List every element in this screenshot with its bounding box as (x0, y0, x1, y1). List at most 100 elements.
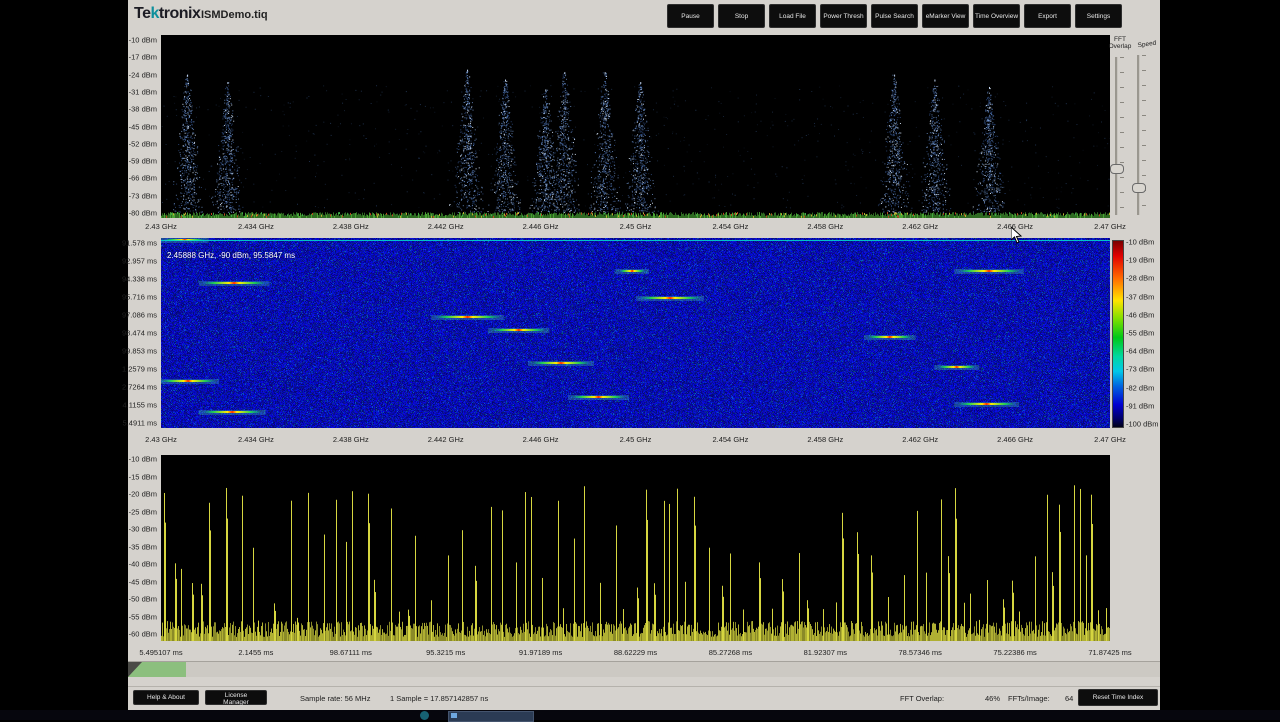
spectrum-xtick-2-434-ghz: 2.434 GHz (238, 222, 274, 231)
spectrogram-time-tick-91-578-ms: 91.578 ms (122, 239, 157, 248)
toolbar-button-pause[interactable]: Pause (667, 4, 714, 28)
pulse-time-tick-75-22386-ms: 75.22386 ms (993, 648, 1036, 657)
spectrum-ytick-66-dbm: -66 dBm (129, 174, 157, 183)
spectrogram-time-tick-98-474-ms: 98.474 ms (122, 329, 157, 338)
toolbar-button-pulse-search[interactable]: Pulse Search (871, 4, 918, 28)
app-window: Tektronix ISMDemo.tiq PauseStopLoad File… (128, 0, 1160, 710)
toolbar: PauseStopLoad FilePower ThreshPulse Sear… (667, 4, 1122, 28)
spectrum-ytick-59-dbm: -59 dBm (129, 157, 157, 166)
spectrogram-time-tick-97-086-ms: 97.086 ms (122, 311, 157, 320)
speed-slider[interactable] (1133, 55, 1147, 215)
colorbar-tick-10-dbm: -10 dBm (1126, 238, 1154, 247)
spectrum-plot[interactable] (161, 35, 1110, 218)
pulse-time-tick-81-92307-ms: 81.92307 ms (804, 648, 847, 657)
amplitude-colorbar (1112, 240, 1124, 428)
toolbar-button-stop[interactable]: Stop (718, 4, 765, 28)
spectrogram-plot[interactable] (161, 238, 1110, 428)
spectrum-xtick-2-454-ghz: 2.454 GHz (712, 222, 748, 231)
taskbar-app-icon[interactable] (420, 711, 429, 720)
pulse-ytick-60-dbm: -60 dBm (129, 630, 157, 639)
pulse-ytick-35-dbm: -35 dBm (129, 542, 157, 551)
pulse-time-tick-2-1455-ms: 2.1455 ms (238, 648, 273, 657)
sample-period-text: 1 Sample = 17.857142857 ns (390, 694, 488, 703)
pulse-ytick-15-dbm: -15 dBm (129, 472, 157, 481)
help-about-button[interactable]: Help & About (133, 690, 199, 705)
speed-slider-thumb[interactable] (1132, 183, 1146, 193)
os-taskbar (0, 710, 1280, 720)
colorbar-tick-73-dbm: -73 dBm (1126, 365, 1154, 374)
fft-overlap-slider-label: FFT Overlap (1106, 36, 1134, 50)
pulse-ytick-40-dbm: -40 dBm (129, 560, 157, 569)
spectrogram-time-tick-92-957-ms: 92.957 ms (122, 257, 157, 266)
toolbar-button-settings[interactable]: Settings (1075, 4, 1122, 28)
toolbar-button-time-overview[interactable]: Time Overview (973, 4, 1020, 28)
fft-overlap-slider[interactable] (1111, 57, 1125, 215)
spectrum-xtick-2-458-ghz: 2.458 GHz (807, 222, 843, 231)
spectrum-xtick-2-43-ghz: 2.43 GHz (145, 222, 177, 231)
pulse-time-tick-88-62229-ms: 88.62229 ms (614, 648, 657, 657)
spectrogram-xtick-2-438-ghz: 2.438 GHz (333, 435, 369, 444)
toolbar-button-emarker-view[interactable]: eMarker View (922, 4, 969, 28)
reset-time-index-button[interactable]: Reset Time Index (1078, 689, 1158, 706)
colorbar-tick-82-dbm: -82 dBm (1126, 383, 1154, 392)
taskbar-window-button[interactable] (448, 711, 534, 722)
colorbar-tick-55-dbm: -55 dBm (1126, 329, 1154, 338)
pulse-ytick-55-dbm: -55 dBm (129, 612, 157, 621)
spectrum-ytick-10-dbm: -10 dBm (129, 36, 157, 45)
spectrogram-time-tick-1-2579-ms: 1.2579 ms (122, 365, 157, 374)
spectrum-xtick-2-446-ghz: 2.446 GHz (523, 222, 559, 231)
time-scrollbar-thumb[interactable] (128, 662, 186, 677)
spectrum-ytick-24-dbm: -24 dBm (129, 70, 157, 79)
toolbar-button-load-file[interactable]: Load File (769, 4, 816, 28)
spectrogram-xtick-2-43-ghz: 2.43 GHz (145, 435, 177, 444)
spectrogram-xtick-2-466-ghz: 2.466 GHz (997, 435, 1033, 444)
ffts-per-image-value: 64 (1065, 694, 1073, 703)
spectrogram-xtick-2-462-ghz: 2.462 GHz (902, 435, 938, 444)
spectrum-xtick-2-45-ghz: 2.45 GHz (620, 222, 652, 231)
pulse-ytick-25-dbm: -25 dBm (129, 507, 157, 516)
spectrum-xtick-2-462-ghz: 2.462 GHz (902, 222, 938, 231)
colorbar-tick-91-dbm: -91 dBm (1126, 401, 1154, 410)
colorbar-tick-46-dbm: -46 dBm (1126, 310, 1154, 319)
pulse-ytick-20-dbm: -20 dBm (129, 490, 157, 499)
spectrogram-xtick-2-442-ghz: 2.442 GHz (428, 435, 464, 444)
pulse-time-tick-91-97189-ms: 91.97189 ms (519, 648, 562, 657)
spectrogram-xtick-2-458-ghz: 2.458 GHz (807, 435, 843, 444)
spectrogram-x-axis: 2.43 GHz2.434 GHz2.438 GHz2.442 GHz2.446… (161, 435, 1110, 445)
loaded-file-name: ISMDemo.tiq (201, 9, 268, 21)
fft-overlap-slider-ticks (1120, 57, 1124, 215)
spectrogram-marker-readout: 2.45888 GHz, -90 dBm, 95.5847 ms (167, 251, 295, 260)
spectrum-ytick-31-dbm: -31 dBm (129, 87, 157, 96)
spectrum-ytick-73-dbm: -73 dBm (129, 191, 157, 200)
spectrogram-time-tick-2-7264-ms: 2.7264 ms (122, 383, 157, 392)
spectrum-ytick-80-dbm: -80 dBm (129, 209, 157, 218)
ffts-per-image-label: FFTs/Image: (1008, 694, 1050, 703)
spectrogram-xtick-2-45-ghz: 2.45 GHz (620, 435, 652, 444)
spectrogram-time-tick-4-1155-ms: 4.1155 ms (123, 401, 157, 410)
pulse-ytick-30-dbm: -30 dBm (129, 525, 157, 534)
pulse-time-tick-71-87425-ms: 71.87425 ms (1088, 648, 1131, 657)
colorbar-tick-64-dbm: -64 dBm (1126, 347, 1154, 356)
pulse-time-tick-5-495107-ms: 5.495107 ms (139, 648, 182, 657)
pulse-time-tick-98-67111-ms: 98.67111 ms (330, 648, 372, 657)
pulse-time-tick-95-3215-ms: 95.3215 ms (426, 648, 465, 657)
window-icon (451, 713, 457, 718)
spectrum-ytick-38-dbm: -38 dBm (129, 105, 157, 114)
fft-overlap-slider-thumb[interactable] (1110, 164, 1124, 174)
spectrum-xtick-2-438-ghz: 2.438 GHz (333, 222, 369, 231)
spectrum-xtick-2-466-ghz: 2.466 GHz (997, 222, 1033, 231)
toolbar-button-export[interactable]: Export (1024, 4, 1071, 28)
fft-overlap-slider-track[interactable] (1115, 57, 1118, 215)
spectrogram-time-axis: 91.578 ms92.957 ms94.338 ms95.716 ms97.0… (128, 243, 159, 423)
spectrogram-time-tick-95-716-ms: 95.716 ms (122, 293, 157, 302)
spectrogram-time-tick-5-4911-ms: 5.4911 ms (123, 419, 157, 428)
license-manager-button[interactable]: License Manager (205, 690, 267, 705)
time-scrollbar[interactable] (128, 661, 1160, 677)
spectrogram-time-tick-94-338-ms: 94.338 ms (122, 275, 157, 284)
pulse-time-axis: 5.495107 ms2.1455 ms98.67111 ms95.3215 m… (161, 648, 1110, 658)
colorbar-tick-100-dbm: -100 dBm (1126, 420, 1159, 429)
spectrum-ytick-17-dbm: -17 dBm (129, 53, 157, 62)
pulse-amplitude-plot[interactable] (161, 455, 1110, 641)
toolbar-button-power-thresh[interactable]: Power Thresh (820, 4, 867, 28)
pulse-ytick-50-dbm: -50 dBm (129, 595, 157, 604)
